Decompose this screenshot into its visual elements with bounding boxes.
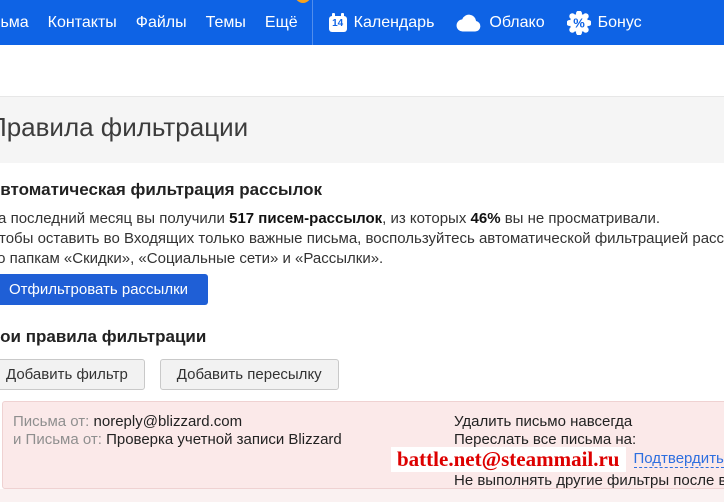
cloud-icon [456,14,482,32]
nav-item-files[interactable]: Файлы [136,0,187,45]
nav-item-contacts[interactable]: Контакты [48,0,117,45]
filter-mailings-button[interactable]: Отфильтровать рассылки [0,274,208,305]
auto-filter-description-line2: по папкам «Скидки», «Социальные сети» и … [0,249,724,269]
unread-percent: 46% [471,210,501,227]
svg-text:%: % [573,15,585,30]
nav-item-more[interactable]: Ещё 3 [265,0,298,45]
nav-item-cloud[interactable]: Облако [456,14,544,32]
mail-nav-apps: 14 Календарь Облако [329,11,642,35]
action-delete-forever: Удалить письмо навсегда [454,413,724,431]
auto-filter-description-line1: Чтобы оставить во Входящих только важные… [0,229,724,249]
settings-content: Автоматическая фильтрация рассылок За по… [0,180,724,502]
nav-item-themes[interactable]: Темы [206,0,246,45]
nav-item-letters[interactable]: Письма [0,0,29,45]
condition-value: Проверка учетной записи Blizzard [106,431,342,448]
notification-badge: 3 [295,0,311,3]
forward-email-row: battle.net@steammail.ru Подтвердить [391,446,724,472]
bonus-label: Бонус [598,14,642,32]
nav-divider [312,0,313,45]
filter-rule-card[interactable]: Письма от: noreply@blizzard.com и Письма… [2,401,724,489]
action-stop-other-filters: Не выполнять другие фильтры после выпол [454,472,724,490]
nav-item-more-label: Ещё [265,14,298,31]
forward-email-highlight: battle.net@steammail.ru [391,447,626,472]
page-header-band: Правила фильтрации [0,96,724,163]
toolbar-spacer [0,45,724,96]
my-filters-heading: Мои правила фильтрации [0,327,724,347]
nav-item-bonus[interactable]: % Бонус [567,11,642,35]
summary-text: , из которых [382,210,470,227]
mailings-count: 517 писем-рассылок [229,210,382,227]
cloud-label: Облако [489,14,544,32]
summary-text: За последний месяц вы получили [0,210,229,227]
bonus-percent-icon: % [567,11,591,35]
summary-text: вы не просматривали. [501,210,661,227]
page-title: Правила фильтрации [0,112,724,143]
condition-label: Письма от: [13,413,89,430]
calendar-label: Календарь [354,14,435,32]
nav-item-calendar[interactable]: 14 Календарь [329,14,435,32]
condition-value: noreply@blizzard.com [94,413,243,430]
mail-nav-links: Письма Контакты Файлы Темы Ещё 3 [0,0,298,45]
auto-filter-summary-line: За последний месяц вы получили 517 писем… [0,209,724,229]
filter-rule-actions: Удалить письмо навсегда Переслать все пи… [454,413,724,490]
filter-actions-row: Добавить фильтр Добавить пересылку [0,359,724,390]
top-nav: Письма Контакты Файлы Темы Ещё 3 14 Кале… [0,0,724,45]
add-filter-button[interactable]: Добавить фильтр [0,359,145,390]
condition-label: и Письма от: [13,431,102,448]
auto-filter-heading: Автоматическая фильтрация рассылок [0,180,724,200]
add-forward-button[interactable]: Добавить пересылку [160,359,339,390]
calendar-icon: 14 [329,16,347,32]
confirm-forward-link[interactable]: Подтвердить [634,450,724,468]
